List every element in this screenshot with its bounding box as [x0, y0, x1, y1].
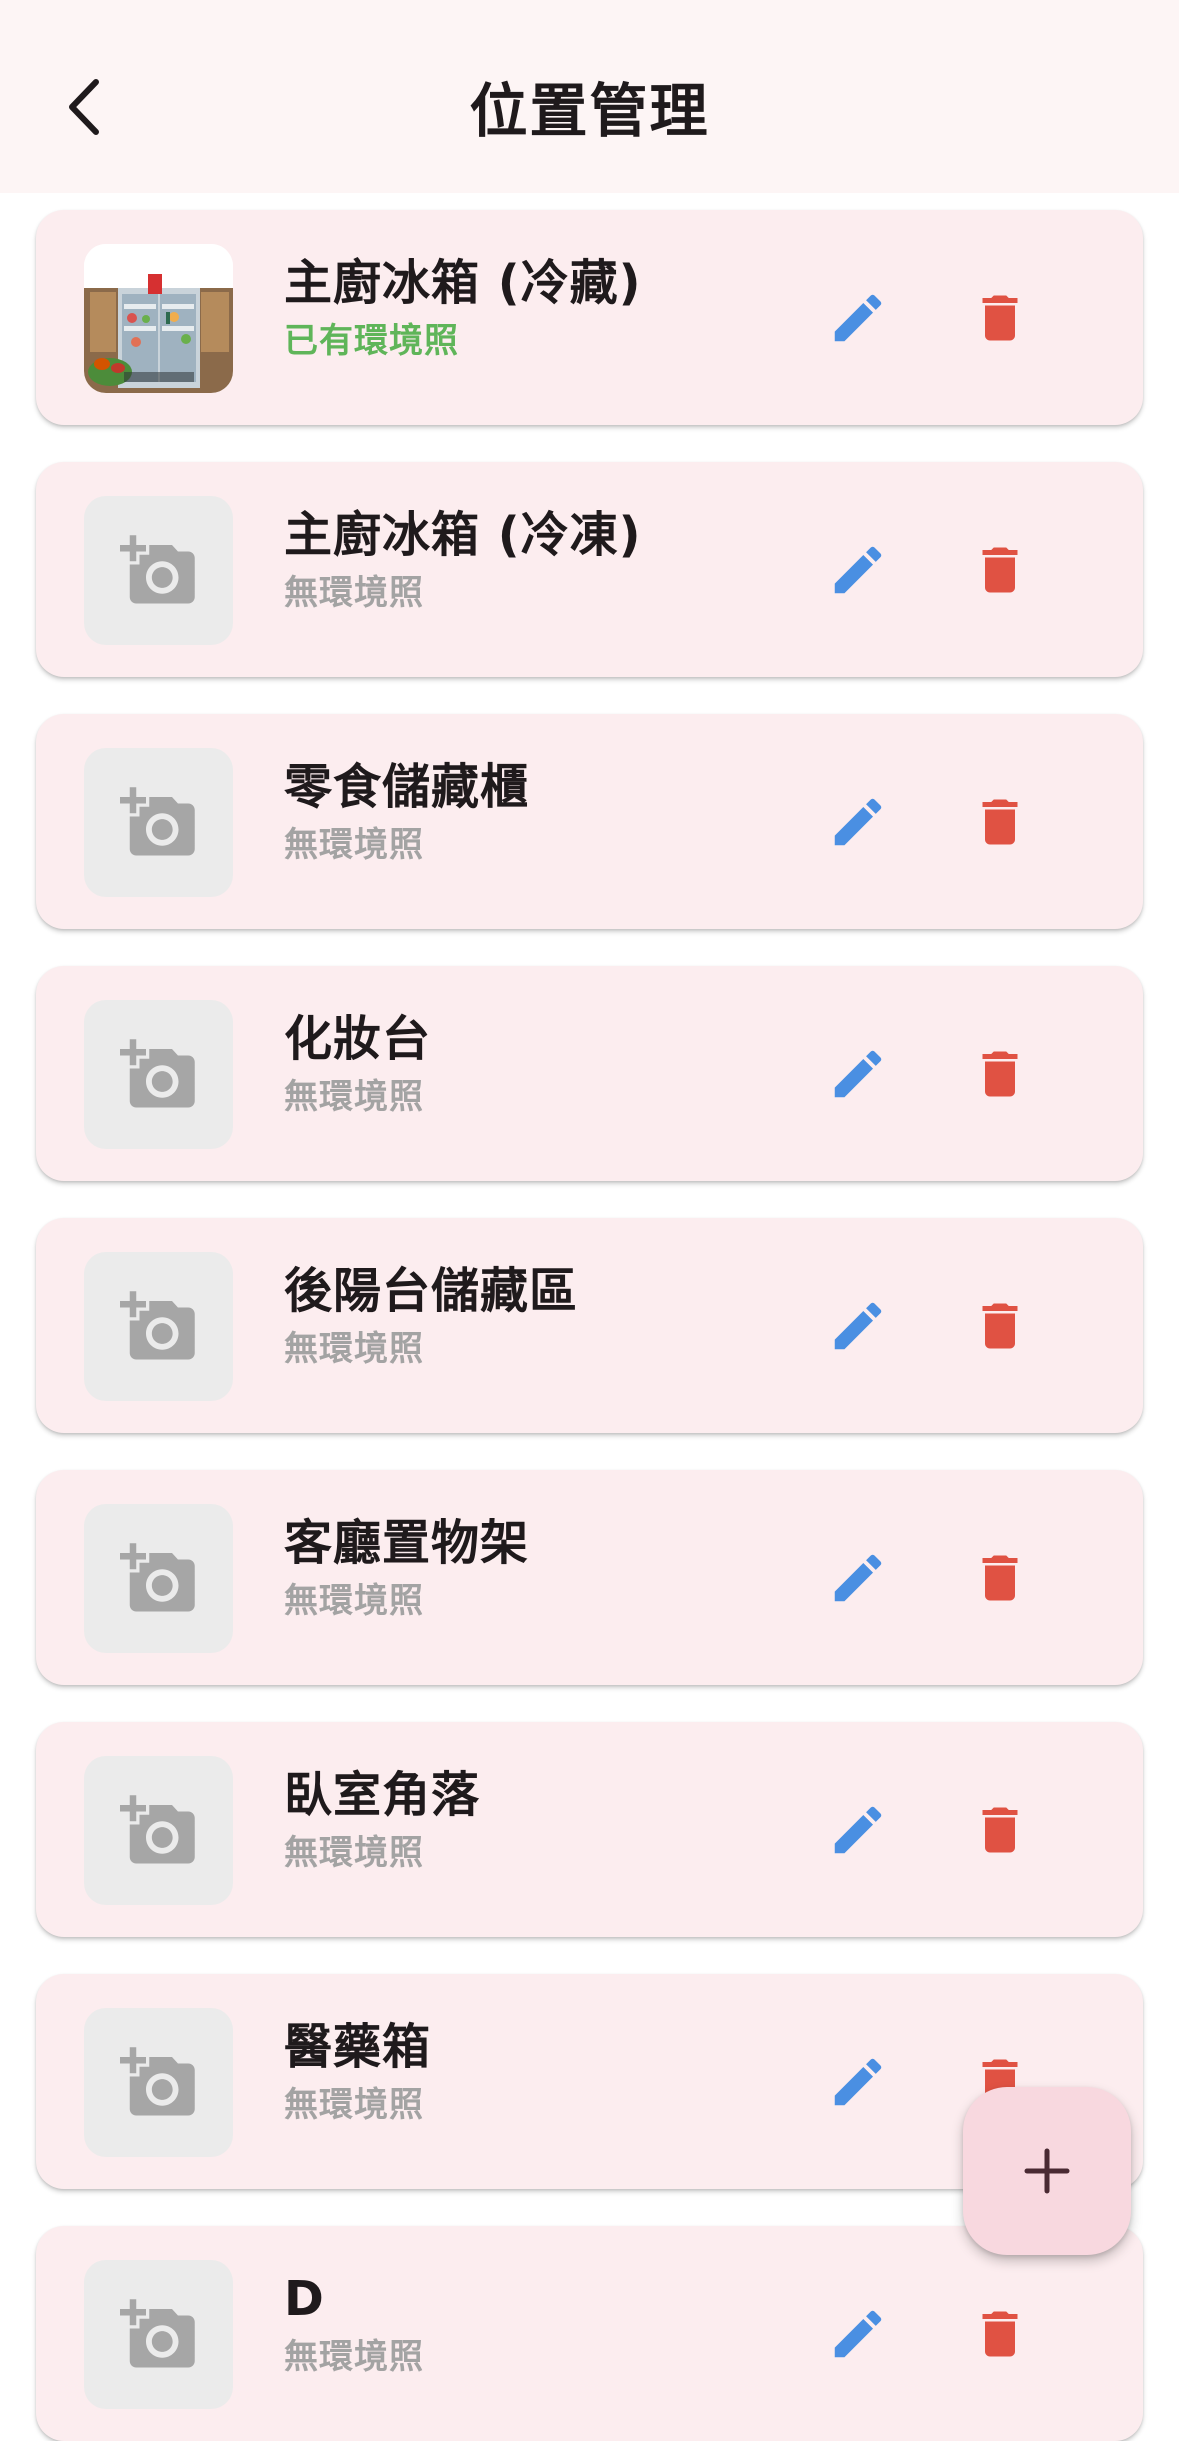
add-a-photo-icon — [119, 2298, 195, 2367]
add-a-photo-icon — [119, 786, 195, 855]
edit-button[interactable] — [816, 1536, 900, 1620]
location-texts: 臥室角落 無環境照 — [284, 1764, 480, 1876]
add-photo-button[interactable] — [84, 1756, 233, 1905]
location-name: 後陽台儲藏區 — [284, 1263, 579, 1319]
edit-button[interactable] — [816, 1284, 900, 1368]
location-name: 主廚冰箱 (冷凍) — [284, 507, 642, 563]
edit-button[interactable] — [816, 276, 900, 360]
add-photo-button[interactable] — [84, 1000, 233, 1149]
delete-button[interactable] — [958, 528, 1042, 612]
add-photo-button[interactable] — [84, 748, 233, 897]
location-card-4[interactable]: 化妝台 無環境照 — [36, 966, 1143, 1181]
delete-trash-icon — [982, 1303, 1018, 1349]
edit-button[interactable] — [816, 528, 900, 612]
location-texts: 後陽台儲藏區 無環境照 — [284, 1260, 578, 1372]
location-name: 臥室角落 — [284, 1767, 481, 1823]
delete-button[interactable] — [958, 1284, 1042, 1368]
delete-button[interactable] — [958, 2292, 1042, 2376]
location-texts: 零食儲藏櫃 無環境照 — [284, 756, 529, 868]
delete-trash-icon — [982, 1555, 1018, 1601]
location-texts: 客廳置物架 無環境照 — [284, 1512, 529, 1624]
location-card-5[interactable]: 後陽台儲藏區 無環境照 — [36, 1218, 1143, 1433]
add-location-fab[interactable] — [963, 2087, 1131, 2255]
location-card-3[interactable]: 零食儲藏櫃 無環境照 — [36, 714, 1143, 929]
photo-status: 無環境照 — [284, 825, 424, 865]
photo-status: 已有環境照 — [284, 321, 459, 361]
edit-pencil-icon — [834, 546, 882, 594]
add-a-photo-icon — [119, 2046, 195, 2115]
edit-button[interactable] — [816, 1788, 900, 1872]
edit-pencil-icon — [834, 798, 882, 846]
add-a-photo-icon — [119, 1794, 195, 1863]
edit-pencil-icon — [834, 2058, 882, 2106]
photo-status: 無環境照 — [284, 573, 424, 613]
location-name: 醫藥箱 — [284, 2019, 432, 2075]
add-photo-button[interactable] — [84, 496, 233, 645]
location-card-9[interactable]: D 無環境照 — [36, 2226, 1143, 2441]
location-name: 化妝台 — [284, 1011, 432, 1067]
delete-button[interactable] — [958, 276, 1042, 360]
delete-trash-icon — [982, 799, 1018, 845]
edit-pencil-icon — [834, 2310, 882, 2358]
location-texts: 主廚冰箱 (冷凍) 無環境照 — [284, 504, 642, 616]
add-a-photo-icon — [119, 1542, 195, 1611]
photo-status: 無環境照 — [284, 1077, 424, 1117]
edit-pencil-icon — [834, 1302, 882, 1350]
location-texts: D 無環境照 — [284, 2268, 424, 2380]
add-photo-button[interactable] — [84, 2008, 233, 2157]
location-name: 零食儲藏櫃 — [284, 759, 530, 815]
delete-trash-icon — [982, 547, 1018, 593]
add-a-photo-icon — [119, 1038, 195, 1107]
photo-status: 無環境照 — [284, 1833, 424, 1873]
delete-trash-icon — [982, 295, 1018, 341]
add-a-photo-icon — [119, 534, 195, 603]
edit-pencil-icon — [834, 294, 882, 342]
location-name: 主廚冰箱 (冷藏) — [284, 255, 642, 311]
add-photo-button[interactable] — [84, 1504, 233, 1653]
photo-status: 無環境照 — [284, 1329, 424, 1369]
page-title: 位置管理 — [469, 77, 710, 145]
edit-pencil-icon — [834, 1554, 882, 1602]
location-card-1[interactable]: 主廚冰箱 (冷藏) 已有環境照 — [36, 210, 1143, 425]
add-photo-button[interactable] — [84, 1252, 233, 1401]
add-plus-icon — [1024, 2148, 1070, 2194]
location-texts: 化妝台 無環境照 — [284, 1008, 431, 1120]
delete-trash-icon — [982, 1051, 1018, 1097]
photo-status: 無環境照 — [284, 1581, 424, 1621]
location-card-7[interactable]: 臥室角落 無環境照 — [36, 1722, 1143, 1937]
edit-button[interactable] — [816, 1032, 900, 1116]
add-a-photo-icon — [119, 1290, 195, 1359]
delete-button[interactable] — [958, 1032, 1042, 1116]
edit-button[interactable] — [816, 780, 900, 864]
edit-button[interactable] — [816, 2292, 900, 2376]
location-card-6[interactable]: 客廳置物架 無環境照 — [36, 1470, 1143, 1685]
delete-trash-icon — [982, 2311, 1018, 2357]
location-name: D — [284, 2271, 325, 2327]
location-photo-thumbnail[interactable] — [84, 244, 233, 393]
delete-button[interactable] — [958, 1788, 1042, 1872]
edit-pencil-icon — [834, 1050, 882, 1098]
photo-status: 無環境照 — [284, 2337, 424, 2377]
delete-button[interactable] — [958, 1536, 1042, 1620]
edit-pencil-icon — [834, 1806, 882, 1854]
location-texts: 主廚冰箱 (冷藏) 已有環境照 — [284, 252, 642, 364]
add-photo-button[interactable] — [84, 2260, 233, 2409]
location-name: 客廳置物架 — [284, 1515, 530, 1571]
app-bar: 位置管理 — [0, 0, 1179, 193]
location-texts: 醫藥箱 無環境照 — [284, 2016, 431, 2128]
edit-button[interactable] — [816, 2040, 900, 2124]
fridge-photo — [84, 244, 233, 393]
delete-button[interactable] — [958, 780, 1042, 864]
location-card-2[interactable]: 主廚冰箱 (冷凍) 無環境照 — [36, 462, 1143, 677]
photo-status: 無環境照 — [284, 2085, 424, 2125]
delete-trash-icon — [982, 1807, 1018, 1853]
